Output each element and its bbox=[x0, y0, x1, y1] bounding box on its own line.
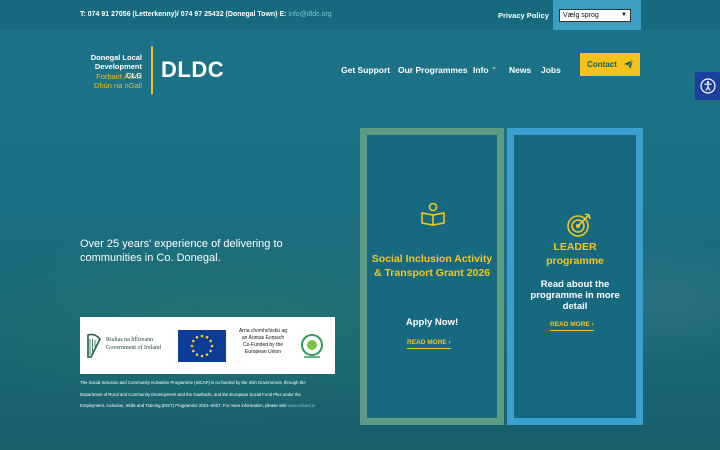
nav-our-programmes[interactable]: Our Programmes bbox=[398, 65, 467, 75]
contact-button[interactable]: Contact bbox=[580, 53, 640, 76]
dldc-logo[interactable]: DLDC bbox=[161, 57, 224, 83]
nav-jobs[interactable]: Jobs bbox=[541, 65, 561, 75]
accessibility-toggle[interactable] bbox=[695, 72, 720, 100]
nav-news[interactable]: News bbox=[509, 65, 531, 75]
accessibility-icon bbox=[699, 78, 716, 94]
eu-line: an Aontas Eorpach bbox=[241, 335, 285, 341]
org-name-irish[interactable]: Forbairt Áitiúil Dhún na nGall bbox=[80, 72, 142, 90]
nav-get-support[interactable]: Get Support bbox=[341, 65, 390, 75]
eu-star-icon bbox=[210, 344, 214, 348]
eu-star-icon bbox=[209, 349, 212, 353]
logo-divider bbox=[151, 46, 153, 94]
card-subtitle: Apply Now! bbox=[405, 317, 459, 328]
eu-cofunded-text: Arna chomhchistiú ag an Aontas Eorpach C… bbox=[229, 328, 297, 356]
read-more-label: READ MORE bbox=[407, 339, 447, 346]
funding-note-text: The Social Inclusion and Community Activ… bbox=[80, 380, 306, 408]
gov-line-irish: Rialtas na hÉireann bbox=[106, 337, 153, 343]
target-arrow-icon bbox=[567, 213, 591, 237]
language-select-value: Vælg sprog bbox=[563, 12, 599, 19]
nav-info[interactable]: Info bbox=[473, 65, 489, 75]
hero-tagline: Over 25 years' experience of delivering … bbox=[80, 238, 283, 264]
contact-button-label: Contact bbox=[587, 60, 617, 69]
card-title: Social Inclusion Activity & Transport Gr… bbox=[371, 253, 493, 279]
esf-logo-icon bbox=[301, 334, 323, 358]
card-title: LEADER programme bbox=[546, 241, 604, 267]
esfund-link[interactable]: www.esfund.ie bbox=[288, 403, 316, 408]
card-leader-programme[interactable]: LEADER programme Read about the programm… bbox=[507, 128, 643, 425]
government-of-ireland-text: Rialtas na hÉireann Government of Irelan… bbox=[106, 337, 161, 352]
language-select[interactable]: Vælg sprog ▼ bbox=[559, 9, 631, 22]
harp-icon bbox=[87, 333, 101, 358]
eu-flag-icon bbox=[178, 330, 226, 362]
contact-email-link[interactable]: info@dldc.org bbox=[288, 11, 331, 18]
eu-star-icon bbox=[200, 354, 204, 358]
org-irish-line: Dhún na nGall bbox=[94, 81, 142, 90]
eu-star-icon bbox=[195, 353, 199, 356]
funding-disclaimer: The Social Inclusion and Community Activ… bbox=[80, 377, 320, 412]
eu-star-icon bbox=[192, 349, 195, 353]
eu-star-icon bbox=[209, 339, 212, 343]
funding-logos-panel: Rialtas na hÉireann Government of Irelan… bbox=[80, 317, 335, 374]
eu-line: Arna chomhchistiú ag bbox=[238, 328, 288, 334]
paper-plane-icon bbox=[623, 60, 633, 69]
eu-line: Co-Funded by the bbox=[242, 342, 284, 348]
eu-star-icon bbox=[205, 353, 209, 356]
eu-line: European Union bbox=[244, 349, 282, 355]
contact-phones: T: 074 91 27056 (Letterkenny)/ 074 97 25… bbox=[80, 11, 289, 18]
gov-line-english: Government of Ireland bbox=[106, 344, 161, 351]
eu-star-icon bbox=[190, 344, 194, 348]
privacy-policy-link[interactable]: Privacy Policy bbox=[498, 11, 549, 20]
org-name-line: Donegal Local bbox=[90, 53, 142, 62]
chevron-right-icon: › bbox=[591, 321, 594, 328]
read-more-link[interactable]: READ MORE › bbox=[550, 321, 594, 331]
eu-star-icon bbox=[192, 339, 195, 343]
eu-star-icon bbox=[205, 336, 209, 339]
org-irish-line: Forbairt Áitiúil bbox=[96, 72, 142, 81]
chevron-right-icon: › bbox=[448, 339, 451, 346]
read-more-link[interactable]: READ MORE › bbox=[407, 339, 451, 349]
chevron-down-icon: ▼ bbox=[621, 12, 627, 18]
read-more-label: READ MORE bbox=[550, 321, 590, 328]
chevron-down-icon[interactable]: ⌄ bbox=[491, 63, 497, 71]
card-subtitle: Read about the programme in more detail bbox=[530, 279, 620, 312]
card-social-inclusion[interactable]: Social Inclusion Activity & Transport Gr… bbox=[360, 128, 504, 425]
eu-star-icon bbox=[195, 336, 199, 339]
open-book-person-icon bbox=[421, 202, 445, 226]
contact-info: T: 074 91 27056 (Letterkenny)/ 074 97 25… bbox=[80, 11, 332, 18]
eu-star-icon bbox=[200, 334, 204, 338]
